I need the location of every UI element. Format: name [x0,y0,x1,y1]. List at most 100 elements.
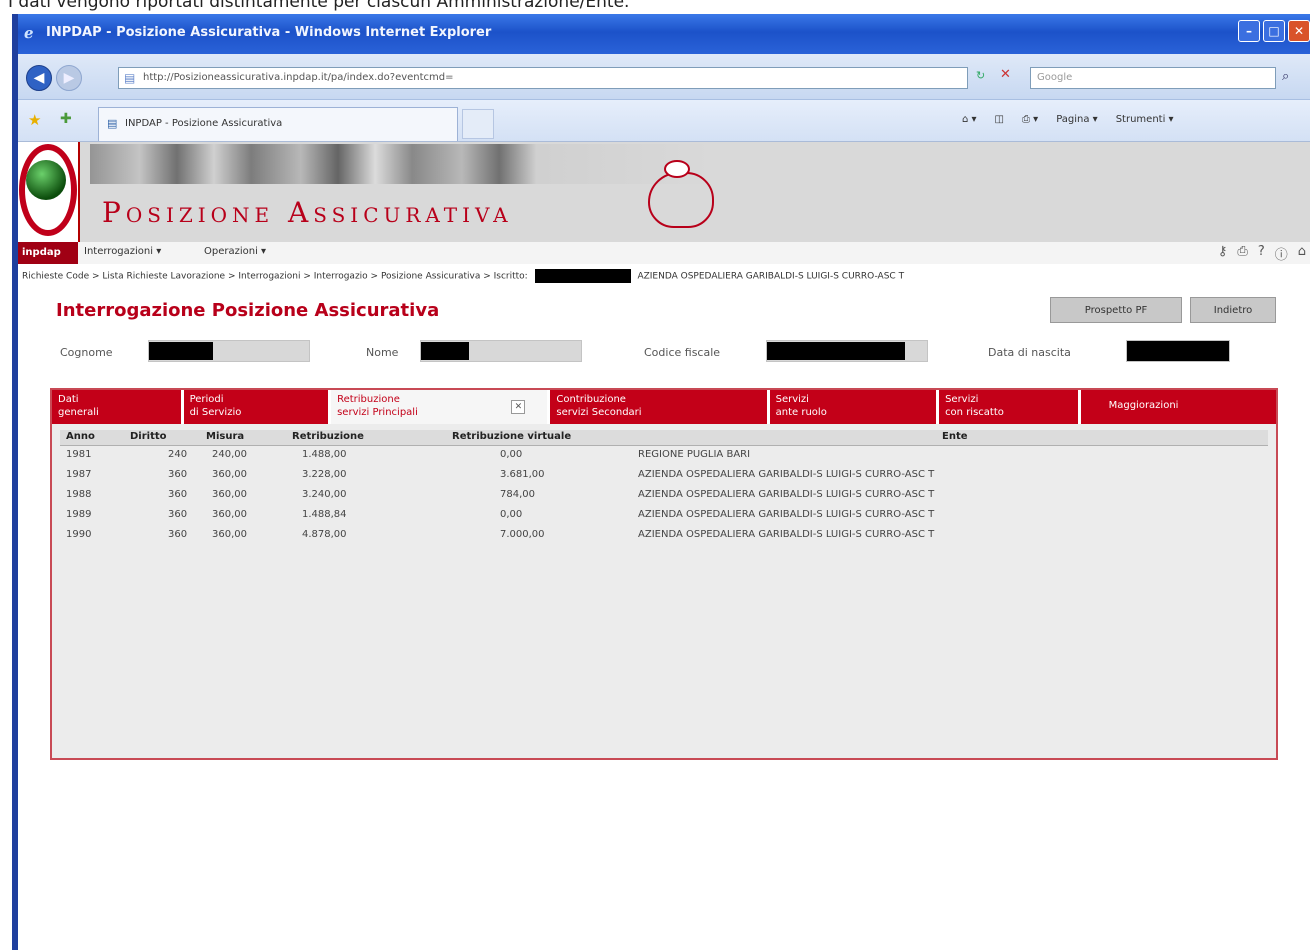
tab-line: di Servizio [189,407,242,418]
tab-line: Servizi [775,394,809,405]
address-bar: ◀ ▶ ▤ http://Posizioneassicurativa.inpda… [18,54,1310,100]
app-toolbar: ⚷ ⎙ ? ⓘ ⌂ [1218,244,1306,263]
page-caption: I dati vengono riportati distintamente p… [8,0,630,12]
close-tab-icon[interactable]: ✕ [511,400,526,414]
page-icon: ▤ [124,71,136,85]
back-button[interactable]: Indietro [1190,297,1276,323]
redacted-block [534,269,631,283]
table-cell: AZIENDA OSPEDALIERA GARIBALDI-S LUIGI-S … [638,469,935,480]
table-row[interactable]: 1981 240 240,00 1.488,00 0,00 REGIONE PUGLIA … [60,446,1268,466]
table-cell: 3.228,00 [302,469,347,480]
new-tab-button[interactable] [462,109,494,139]
key-icon[interactable]: ⚷ [1218,244,1228,263]
table-row[interactable]: 1988 360 360,00 3.240,00 784,00 AZIENDA OSPED… [60,486,1268,506]
info-icon[interactable]: ⓘ [1275,244,1288,263]
table-cell: 240 [168,449,188,460]
url-text: http://Posizioneassicurativa.inpdap.it/p… [143,72,454,83]
favorites-star-icon[interactable]: ★ [28,111,41,129]
retribution-table: Anno Diritto Misura Retribuzione Retribu… [60,430,1268,546]
tab-retribuzione[interactable]: Retribuzione servizi Principali ✕ [331,390,551,424]
table-cell: 7.000,00 [500,529,545,540]
tab-bar: ★ ✚ ▤ INPDAP - Posizione Assicurativa ⌂ … [18,100,1310,142]
back-icon[interactable]: ◀ [26,65,52,91]
menu-operazioni[interactable]: Operazioni ▾ [204,246,266,257]
print-icon[interactable]: ⎙ ▾ [1022,114,1038,125]
cognome-label: Cognome [60,346,113,359]
table-cell: 1987 [66,469,92,480]
tab-line: ante ruolo [775,407,827,418]
col-diritto: Diritto [130,431,167,442]
home-app-icon[interactable]: ⌂ [1298,244,1306,263]
add-favorites-icon[interactable]: ✚ [60,111,72,127]
search-icon[interactable]: ⌕ [1282,69,1289,84]
tab-line: Servizi [945,394,979,405]
col-retribuzione-virtuale: Retribuzione virtuale [452,431,572,442]
results-panel: Dati generali Periodi di Servizio Retrib… [50,388,1278,760]
table-cell: 360 [168,529,188,540]
col-retribuzione: Retribuzione [292,431,364,442]
table-cell: 1988 [66,489,92,500]
help-icon[interactable]: ? [1258,244,1265,263]
title-bar: ℯ INPDAP - Posizione Assicurativa - Wind… [18,14,1310,54]
refresh-icon[interactable]: ↻ [976,69,985,82]
table-cell: 360,00 [212,469,247,480]
table-cell: 360 [168,509,188,520]
table-body: 1981 240 240,00 1.488,00 0,00 REGIONE PUGLIA … [60,446,1268,546]
breadcrumb-path[interactable]: Richieste Code > Lista Richieste Lavoraz… [22,272,528,282]
table-cell: 784,00 [500,489,535,500]
browser-tab[interactable]: ▤ INPDAP - Posizione Assicurativa [98,107,458,141]
feeds-icon[interactable]: ◫ [995,114,1004,125]
table-row[interactable]: 1987 360 360,00 3.228,00 3.681,00 AZIENDA OSP… [60,466,1268,486]
nascita-field [1126,340,1230,362]
tab-line: Contribuzione [556,394,626,405]
prospetto-pdf-button[interactable]: Prospetto PF [1050,297,1182,323]
tab-contribuzione[interactable]: Contribuzione servizi Secondari [550,390,770,424]
col-ente: Ente [942,431,968,442]
cf-field [766,340,928,362]
cognome-field [148,340,310,362]
banner-photos [90,144,710,184]
minimize-button[interactable]: – [1238,20,1260,42]
tab-servizi-riscatto[interactable]: Servizi con riscatto [939,390,1081,424]
table-row[interactable]: 1989 360 360,00 1.488,84 0,00 AZIENDA OSPEDAL… [60,506,1268,526]
tab-line: Dati [58,394,79,405]
table-cell: 0,00 [500,449,523,460]
tab-dati-generali[interactable]: Dati generali [52,390,184,424]
close-button[interactable]: ✕ [1288,20,1310,42]
maximize-button[interactable]: □ [1263,20,1285,42]
search-input[interactable]: Google [1030,67,1276,89]
personal-data-fields: Cognome Nome Codice fiscale Data di nasc… [18,340,1310,366]
table-cell: 1989 [66,509,92,520]
pig-ear [664,160,690,178]
tab-line: servizi Secondari [556,407,642,418]
forward-icon[interactable]: ▶ [56,65,82,91]
redacted-block [767,342,905,360]
tab-maggiorazioni[interactable]: Maggiorazioni [1081,390,1276,424]
tab-page-icon: ▤ [107,117,118,130]
url-input[interactable]: ▤ http://Posizioneassicurativa.inpdap.it… [118,67,968,89]
tools-menu[interactable]: Strumenti ▾ [1116,114,1174,125]
tab-servizi-ante-ruolo[interactable]: Servizi ante ruolo [770,390,940,424]
nome-field [420,340,582,362]
table-cell: 4.878,00 [302,529,347,540]
printer-icon[interactable]: ⎙ [1237,244,1247,263]
page-title: Interrogazione Posizione Assicurativa [56,300,440,321]
tab-periodi-servizio[interactable]: Periodi di Servizio [184,390,332,424]
stop-icon[interactable]: ✕ [1000,67,1011,82]
page-menu[interactable]: Pagina ▾ [1056,114,1098,125]
table-row[interactable]: 1990 360 360,00 4.878,00 7.000,00 AZIENDA OSP… [60,526,1268,546]
section-tabs: Dati generali Periodi di Servizio Retrib… [52,390,1276,424]
breadcrumb-tail: AZIENDA OSPEDALIERA GARIBALDI-S LUIGI-S … [637,271,905,282]
menu-interrogazioni[interactable]: Interrogazioni ▾ [84,246,161,257]
table-cell: 360 [168,489,188,500]
ie-icon: ℯ [24,24,34,42]
cf-label: Codice fiscale [644,346,721,359]
table-cell: 1990 [66,529,92,540]
logo-globe [26,160,66,200]
inpdap-logo [18,142,80,242]
home-icon[interactable]: ⌂ ▾ [962,114,977,125]
pig-icon [648,160,714,228]
brand-label: inpdap [18,242,78,264]
table-cell: 1.488,00 [302,449,347,460]
tab-line: Periodi [189,394,224,405]
